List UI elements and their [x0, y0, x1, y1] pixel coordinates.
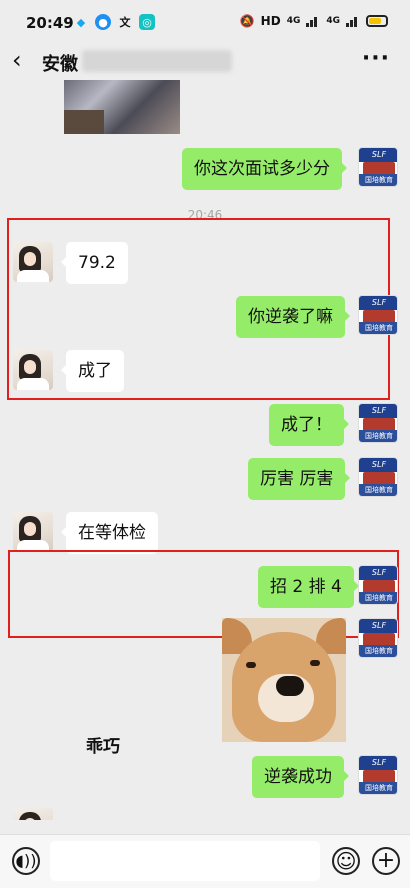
org-logo-text: SLF: [359, 756, 397, 770]
avatar[interactable]: [13, 242, 53, 282]
org-logo-text: SLF: [359, 619, 397, 633]
message-bubble[interactable]: 79.2: [61, 242, 128, 284]
avatar[interactable]: SLF 国培教育: [358, 403, 398, 443]
avatar[interactable]: [13, 512, 53, 552]
org-logo-text: SLF: [359, 296, 397, 310]
shiba-dog-sticker[interactable]: [222, 618, 346, 742]
translate-icon: 文: [119, 16, 131, 29]
input-bar: ◖)) ☺ +: [0, 834, 410, 888]
message-bubble[interactable]: 厉害 厉害: [248, 458, 351, 500]
avatar[interactable]: SLF 国培教育: [358, 618, 398, 658]
redacted-name: [82, 50, 232, 72]
avatar[interactable]: [13, 350, 53, 390]
chat-title: 安徽: [42, 54, 78, 75]
org-logo-name: 国培教育: [359, 174, 397, 186]
status-time: 20:49: [26, 14, 74, 32]
avatar[interactable]: [13, 808, 53, 820]
org-logo-name: 国培教育: [359, 645, 397, 657]
message-input[interactable]: [50, 841, 320, 881]
mute-icon: 🔕: [239, 14, 255, 28]
org-logo-text: SLF: [359, 148, 397, 162]
org-logo-name: 国培教育: [359, 430, 397, 442]
message-bubble[interactable]: 成了！: [269, 404, 349, 446]
message-bubble[interactable]: 你这次面试多少分: [182, 148, 347, 190]
org-logo-name: 国培教育: [359, 782, 397, 794]
app-icon: ◎: [139, 14, 155, 30]
image-message-cropped[interactable]: [64, 80, 180, 134]
status-system-icons: 🔕 HD 4G 4G: [240, 14, 388, 28]
org-logo-name: 国培教育: [359, 484, 397, 496]
chat-header: ‹ 安徽 ···: [0, 44, 410, 80]
browser-icon: ●: [95, 14, 111, 30]
org-logo-name: 国培教育: [359, 592, 397, 604]
message-bubble[interactable]: 你逆袭了嘛: [236, 296, 350, 338]
avatar[interactable]: SLF 国培教育: [358, 457, 398, 497]
plus-icon[interactable]: +: [372, 847, 400, 875]
avatar[interactable]: SLF 国培教育: [358, 755, 398, 795]
qq-icon: ◆: [76, 15, 86, 29]
message-bubble[interactable]: 成了: [61, 350, 124, 392]
network-label: HD: [260, 14, 281, 28]
message-bubble[interactable]: 逆袭成功: [252, 756, 349, 798]
chevron-left-icon[interactable]: ‹: [12, 48, 22, 72]
org-logo-text: SLF: [359, 566, 397, 580]
org-logo-text: SLF: [359, 404, 397, 418]
signal-bars-icon-2: [346, 15, 360, 27]
org-logo-text: SLF: [359, 458, 397, 472]
message-bubble[interactable]: 在等体检: [61, 512, 158, 554]
voice-icon[interactable]: ◖)): [12, 847, 40, 875]
avatar[interactable]: SLF 国培教育: [358, 295, 398, 335]
more-dots-icon[interactable]: ···: [362, 46, 390, 71]
emoji-icon[interactable]: ☺: [332, 847, 360, 875]
battery-icon: [366, 15, 388, 27]
signal-icon-2: 4G: [326, 16, 340, 26]
signal-icon-1: 4G: [286, 16, 301, 26]
message-list[interactable]: 你这次面试多少分 SLF 国培教育 20:46 79.2 你逆袭了嘛 SLF 国…: [0, 80, 410, 820]
avatar[interactable]: SLF 国培教育: [358, 565, 398, 605]
signal-bars-icon-1: [306, 15, 320, 27]
org-logo-name: 国培教育: [359, 322, 397, 334]
message-bubble[interactable]: 招 2 排 4: [258, 566, 359, 608]
status-notification-icons: ◆ ● 文 ◎: [73, 14, 155, 30]
status-bar: 20:49 ◆ ● 文 ◎ 🔕 HD 4G 4G: [0, 0, 410, 48]
avatar[interactable]: SLF 国培教育: [358, 147, 398, 187]
message-bubble-partial[interactable]: 乖巧: [86, 732, 120, 757]
